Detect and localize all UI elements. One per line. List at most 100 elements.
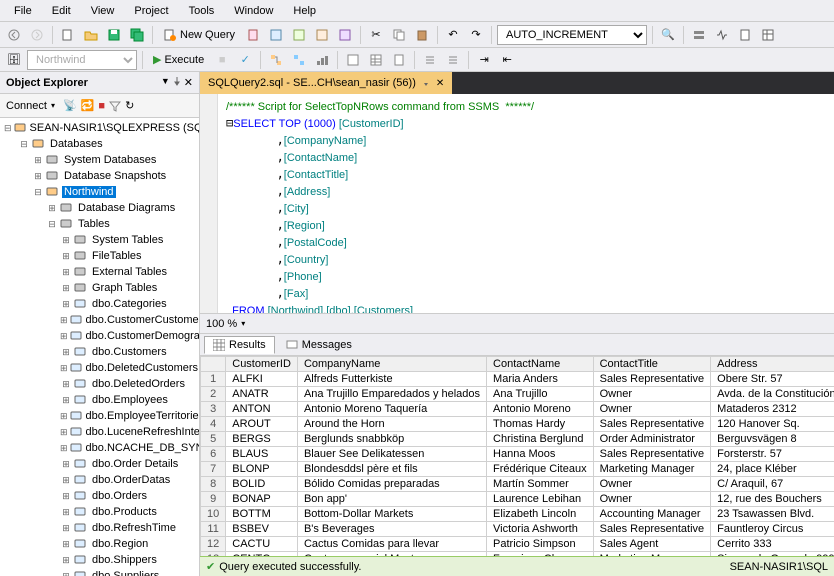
tab-results[interactable]: Results [204, 336, 275, 354]
stop-icon[interactable]: ■ [212, 50, 232, 70]
disconnect-icon[interactable]: 📡 [63, 99, 77, 112]
table-row[interactable]: 6BLAUSBlauer See DelikatessenHanna MoosS… [201, 447, 834, 462]
menu-tools[interactable]: Tools [179, 2, 225, 20]
database-combo[interactable]: Northwind [27, 50, 137, 70]
table-row[interactable]: 11BSBEVB's BeveragesVictoria AshworthSal… [201, 522, 834, 537]
mdx-icon[interactable] [289, 25, 309, 45]
results-text-icon[interactable] [343, 50, 363, 70]
table-row[interactable]: 12CACTUCactus Comidas para llevarPatrici… [201, 537, 834, 552]
menu-project[interactable]: Project [124, 2, 178, 20]
use-db-icon[interactable]: 🗄 [4, 50, 24, 70]
props-icon[interactable] [758, 25, 778, 45]
tree-item[interactable]: ⊞System Databases [0, 152, 199, 168]
col-header[interactable]: ContactTitle [593, 357, 711, 372]
pin-icon[interactable] [172, 76, 182, 89]
xmla-icon[interactable] [335, 25, 355, 45]
results-grid[interactable]: CustomerIDCompanyNameContactNameContactT… [200, 356, 834, 556]
menu-view[interactable]: View [81, 2, 125, 20]
col-header[interactable]: ContactName [487, 357, 594, 372]
parse-icon[interactable]: ✓ [235, 50, 255, 70]
table-row[interactable]: 9BONAPBon app'Laurence LebihanOwner12, r… [201, 492, 834, 507]
tree-item[interactable]: ⊞dbo.RefreshTime [0, 520, 199, 536]
combo-auto-increment[interactable]: AUTO_INCREMENT [497, 25, 647, 45]
tree-item[interactable]: ⊞dbo.OrderDatas [0, 472, 199, 488]
tree-item[interactable]: ⊞External Tables [0, 264, 199, 280]
outdent-icon[interactable]: ⇤ [497, 50, 517, 70]
sql-editor[interactable]: /****** Script for SelectTopNRows comman… [200, 94, 834, 314]
include-plan-icon[interactable] [289, 50, 309, 70]
tab-messages[interactable]: Messages [277, 336, 361, 354]
table-row[interactable]: 4AROUTAround the HornThomas HardySales R… [201, 417, 834, 432]
connect-dropdown-icon[interactable]: ▾ [51, 101, 55, 110]
table-row[interactable]: 3ANTONAntonio Moreno TaqueríaAntonio Mor… [201, 402, 834, 417]
menu-edit[interactable]: Edit [42, 2, 81, 20]
tree-item[interactable]: ⊞Database Snapshots [0, 168, 199, 184]
copy-icon[interactable] [389, 25, 409, 45]
comment-icon[interactable] [420, 50, 440, 70]
table-row[interactable]: 1ALFKIAlfreds FutterkisteMaria AndersSal… [201, 372, 834, 387]
results-grid-icon[interactable] [366, 50, 386, 70]
menu-help[interactable]: Help [283, 2, 326, 20]
col-header[interactable]: CompanyName [297, 357, 486, 372]
close-icon[interactable]: ✕ [184, 76, 193, 89]
col-header[interactable]: Address [711, 357, 834, 372]
nav-fwd-icon[interactable] [27, 25, 47, 45]
tree-item[interactable]: ⊞dbo.Customers [0, 344, 199, 360]
tree-item[interactable]: ⊞dbo.NCACHE_DB_SYNC [0, 440, 199, 456]
dmx-icon[interactable] [312, 25, 332, 45]
tree-item[interactable]: ⊞Database Diagrams [0, 200, 199, 216]
tree-item[interactable]: ⊞dbo.Orders [0, 488, 199, 504]
tree-item[interactable]: ⊞dbo.CustomerCustomerDe [0, 312, 199, 328]
tree-item[interactable]: ⊞dbo.Region [0, 536, 199, 552]
tree-item[interactable]: ⊞dbo.LuceneRefreshInterva [0, 424, 199, 440]
find-icon[interactable]: 🔍 [658, 25, 678, 45]
tree-item[interactable]: ⊟Tables [0, 216, 199, 232]
tree-item[interactable]: ⊞dbo.Categories [0, 296, 199, 312]
objexp-tree[interactable]: ⊟SEAN-NASIR1\SQLEXPRESS (SQL Serv⊟Databa… [0, 118, 199, 576]
activity-icon[interactable] [712, 25, 732, 45]
indent-icon[interactable]: ⇥ [474, 50, 494, 70]
saveall-icon[interactable] [127, 25, 147, 45]
tree-item[interactable]: ⊟SEAN-NASIR1\SQLEXPRESS (SQL Serv [0, 120, 199, 136]
table-row[interactable]: 7BLONPBlondesddsl père et filsFrédérique… [201, 462, 834, 477]
menu-window[interactable]: Window [224, 2, 283, 20]
new-icon[interactable] [58, 25, 78, 45]
tab-close-icon[interactable]: ✕ [436, 78, 444, 89]
template-icon[interactable] [735, 25, 755, 45]
new-query-button[interactable]: New Query [158, 25, 240, 45]
col-header[interactable]: CustomerID [226, 357, 298, 372]
refresh-icon[interactable]: ↻ [125, 99, 134, 112]
tree-item[interactable]: ⊞dbo.Order Details [0, 456, 199, 472]
tree-item[interactable]: ⊞dbo.EmployeeTerritories [0, 408, 199, 424]
table-row[interactable]: 10BOTTMBottom-Dollar MarketsElizabeth Li… [201, 507, 834, 522]
tree-item[interactable]: ⊟Northwind [0, 184, 199, 200]
as-icon[interactable] [266, 25, 286, 45]
stop-conn-icon[interactable]: ■ [98, 100, 105, 112]
redo-icon[interactable]: ↷ [466, 25, 486, 45]
display-plan-icon[interactable] [266, 50, 286, 70]
undo-icon[interactable]: ↶ [443, 25, 463, 45]
nav-back-icon[interactable] [4, 25, 24, 45]
paste-icon[interactable] [412, 25, 432, 45]
include-stats-icon[interactable] [312, 50, 332, 70]
tree-item[interactable]: ⊞dbo.CustomerDemograph [0, 328, 199, 344]
tree-item[interactable]: ⊞dbo.Products [0, 504, 199, 520]
tree-item[interactable]: ⊟Databases [0, 136, 199, 152]
menu-file[interactable]: File [4, 2, 42, 20]
tree-item[interactable]: ⊞FileTables [0, 248, 199, 264]
cut-icon[interactable]: ✂ [366, 25, 386, 45]
zoom-level[interactable]: 100 % [206, 318, 237, 330]
table-row[interactable]: 5BERGSBerglunds snabbköpChristina Berglu… [201, 432, 834, 447]
tree-item[interactable]: ⊞System Tables [0, 232, 199, 248]
tree-item[interactable]: ⊞dbo.Shippers [0, 552, 199, 568]
table-row[interactable]: 2ANATRAna Trujillo Emparedados y helados… [201, 387, 834, 402]
connect-label[interactable]: Connect [6, 100, 47, 112]
tree-item[interactable]: ⊞dbo.Employees [0, 392, 199, 408]
filter-icon[interactable] [109, 100, 121, 112]
zoom-dropdown-icon[interactable]: ▾ [241, 319, 245, 328]
tab-sqlquery2[interactable]: SQLQuery2.sql - SE...CH\sean_nasir (56))… [200, 72, 452, 94]
results-file-icon[interactable] [389, 50, 409, 70]
reg-servers-icon[interactable] [689, 25, 709, 45]
execute-button[interactable]: ▶ Execute [148, 50, 209, 70]
table-row[interactable]: 8BOLIDBólido Comidas preparadasMartín So… [201, 477, 834, 492]
